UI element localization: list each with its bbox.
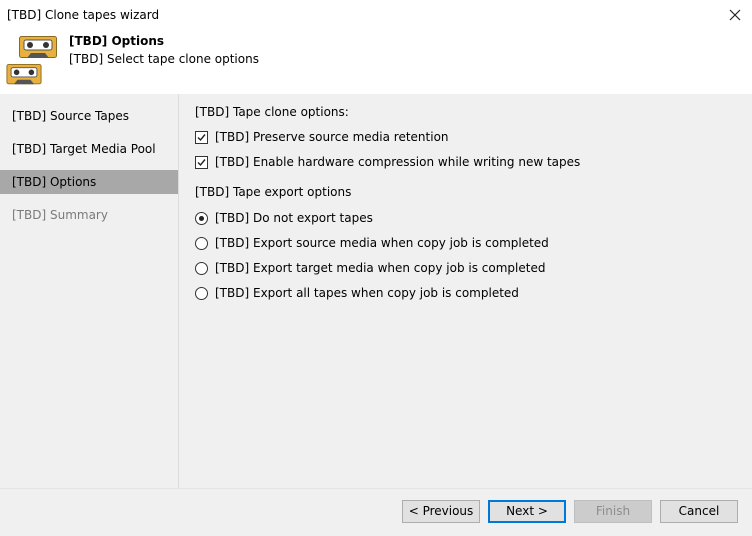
hardware-compression-label: [TBD] Enable hardware compression while … [215,155,581,169]
finish-button[interactable]: Finish [574,500,652,523]
sidebar-item-summary[interactable]: [TBD] Summary [0,203,178,227]
export-all-option[interactable]: [TBD] Export all tapes when copy job is … [195,284,519,302]
sidebar-item-target-media-pool[interactable]: [TBD] Target Media Pool [0,137,178,161]
title-bar: [TBD] Clone tapes wizard [0,0,752,30]
hardware-compression-option[interactable]: [TBD] Enable hardware compression while … [195,153,580,171]
options-panel: [TBD] Tape clone options: [TBD] Preserve… [195,94,735,488]
tape-cassette-icon [19,36,57,58]
export-source-radio[interactable] [195,236,208,250]
export-target-radio[interactable] [195,261,208,275]
page-title: [TBD] Options [69,34,165,48]
clone-options-heading: [TBD] Tape clone options: [195,105,349,119]
hardware-compression-checkbox[interactable] [195,155,208,169]
do-not-export-label: [TBD] Do not export tapes [215,211,373,225]
preserve-retention-label: [TBD] Preserve source media retention [215,130,449,144]
close-icon [729,9,741,21]
sidebar-item-source-tapes[interactable]: [TBD] Source Tapes [0,104,178,128]
page-subtitle: [TBD] Select tape clone options [69,52,259,66]
cancel-button[interactable]: Cancel [660,500,738,523]
wizard-body: [TBD] Source Tapes [TBD] Target Media Po… [0,94,752,488]
preserve-retention-checkbox[interactable] [195,130,208,144]
export-all-radio[interactable] [195,286,208,300]
preserve-retention-option[interactable]: [TBD] Preserve source media retention [195,128,449,146]
window-title: [TBD] Clone tapes wizard [7,8,160,22]
tape-cassette-icon [6,64,42,85]
close-button[interactable] [724,4,746,26]
export-all-label: [TBD] Export all tapes when copy job is … [215,286,519,300]
do-not-export-option[interactable]: [TBD] Do not export tapes [195,209,373,227]
wizard-header: [TBD] Options [TBD] Select tape clone op… [0,30,752,94]
sidebar-item-options[interactable]: [TBD] Options [0,170,178,194]
checkmark-icon [197,158,206,166]
radio-selected-dot [199,215,204,221]
wizard-footer: < Previous Next > Finish Cancel [0,488,752,536]
export-target-label: [TBD] Export target media when copy job … [215,261,546,275]
export-source-label: [TBD] Export source media when copy job … [215,236,549,250]
wizard-steps-sidebar: [TBD] Source Tapes [TBD] Target Media Po… [0,94,179,488]
export-options-heading: [TBD] Tape export options [195,185,352,199]
checkmark-icon [197,133,206,141]
next-button[interactable]: Next > [488,500,566,523]
export-target-option[interactable]: [TBD] Export target media when copy job … [195,259,545,277]
export-source-option[interactable]: [TBD] Export source media when copy job … [195,234,549,252]
previous-button[interactable]: < Previous [402,500,480,523]
do-not-export-radio[interactable] [195,211,208,225]
